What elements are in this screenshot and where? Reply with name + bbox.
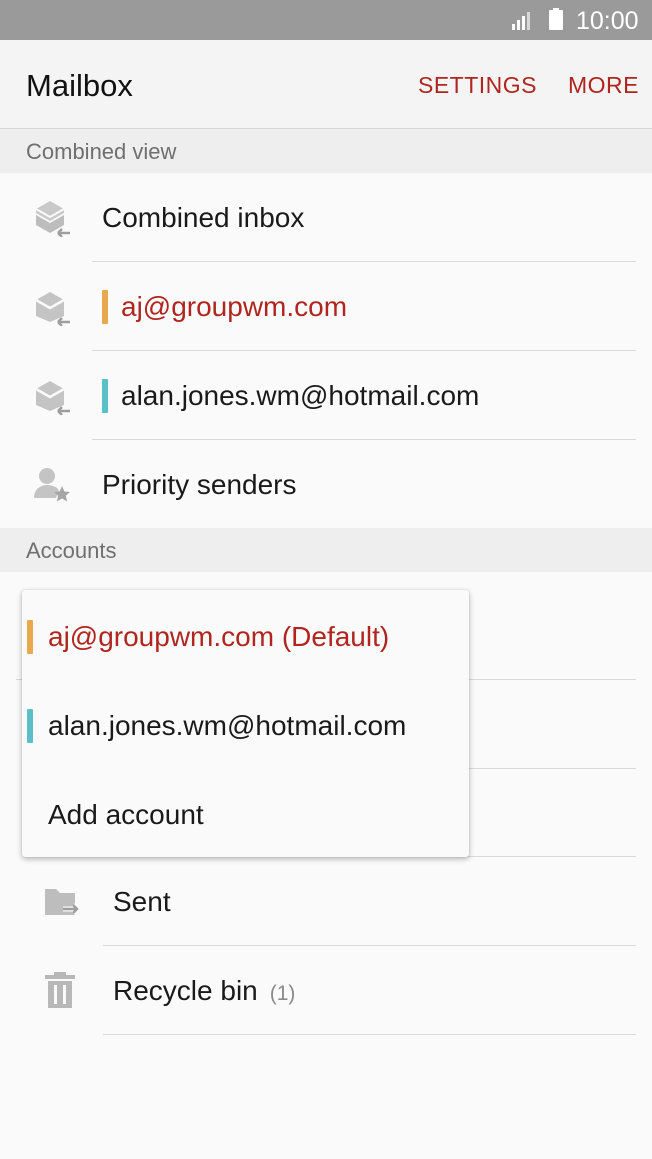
- combined-inbox-item[interactable]: Combined inbox: [0, 173, 652, 262]
- section-header-label: Combined view: [26, 139, 177, 164]
- unread-count: (1): [269, 982, 296, 1005]
- folder-name: Recycle bin: [113, 975, 258, 1006]
- section-header-label: Accounts: [26, 538, 117, 563]
- account-color-bar: [27, 620, 33, 654]
- status-bar: 10:00: [0, 0, 652, 40]
- account-inbox-item-aj[interactable]: aj@groupwm.com: [0, 262, 652, 351]
- item-label: Priority senders: [102, 469, 297, 500]
- divider: [469, 679, 636, 680]
- add-account-option[interactable]: Add account: [22, 770, 469, 859]
- settings-button[interactable]: SETTINGS: [418, 72, 537, 99]
- account-inbox-item-alan[interactable]: alan.jones.wm@hotmail.com: [0, 351, 652, 440]
- item-label: Sent: [113, 886, 171, 917]
- sent-folder-icon: [45, 889, 81, 915]
- battery-icon: [549, 8, 563, 30]
- divider: [469, 768, 636, 769]
- account-option-alan[interactable]: alan.jones.wm@hotmail.com: [22, 681, 469, 770]
- app-bar: Mailbox SETTINGS MORE: [0, 40, 652, 129]
- priority-sender-icon: [34, 468, 70, 502]
- signal-icon: [512, 12, 530, 30]
- menu-item-label: Add account: [48, 799, 204, 830]
- more-button[interactable]: MORE: [568, 72, 639, 99]
- menu-item-label: alan.jones.wm@hotmail.com: [48, 710, 407, 741]
- divider: [103, 1034, 636, 1035]
- folder-item-recycle-bin[interactable]: Recycle bin (1): [0, 946, 652, 1035]
- status-time: 10:00: [576, 7, 639, 35]
- item-label: Combined inbox: [102, 202, 305, 233]
- account-option-aj[interactable]: aj@groupwm.com (Default): [22, 592, 469, 681]
- item-label: Recycle bin (1): [113, 975, 295, 1007]
- priority-senders-item[interactable]: Priority senders: [0, 440, 652, 529]
- item-label: alan.jones.wm@hotmail.com: [121, 380, 480, 411]
- inbox-icon: [35, 292, 70, 326]
- inbox-icon: [35, 381, 70, 415]
- account-color-bar: [102, 379, 108, 413]
- item-label: aj@groupwm.com: [121, 291, 348, 322]
- page-title: Mailbox: [26, 68, 133, 103]
- combined-view-header: Combined view: [0, 129, 652, 173]
- account-dropdown-menu: aj@groupwm.com (Default) alan.jones.wm@h…: [22, 590, 469, 857]
- menu-item-label: aj@groupwm.com (Default): [48, 621, 390, 652]
- trash-icon: [45, 972, 75, 1008]
- account-color-bar: [102, 290, 108, 324]
- accounts-header: Accounts: [0, 528, 652, 572]
- combined-inbox-icon: [35, 201, 70, 237]
- folder-item-sent[interactable]: Sent: [0, 857, 652, 946]
- account-color-bar: [27, 709, 33, 743]
